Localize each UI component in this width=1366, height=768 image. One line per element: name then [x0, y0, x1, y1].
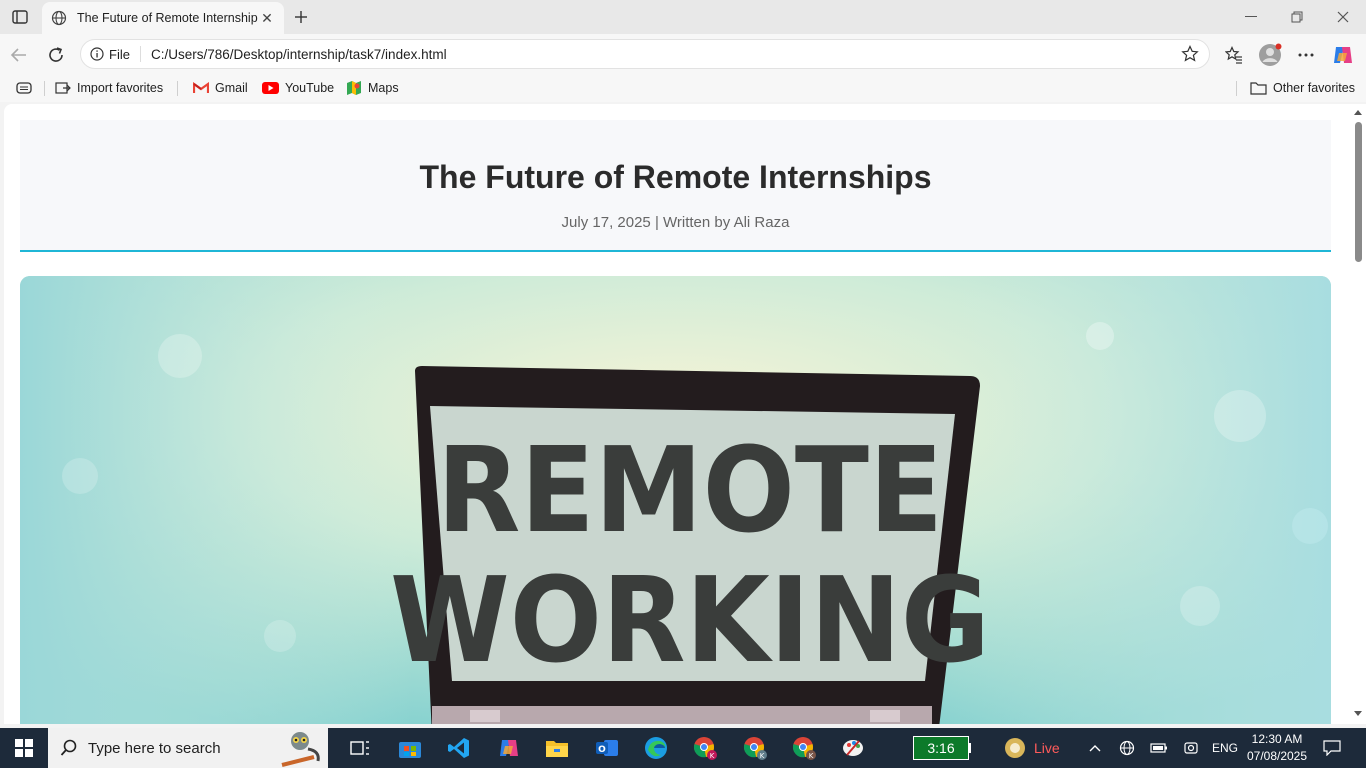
paint-app-icon[interactable] [838, 733, 868, 763]
taskbar-search-box[interactable]: Type here to search [48, 728, 328, 768]
favorite-star-icon[interactable] [1175, 39, 1205, 69]
bookmark-gmail[interactable]: Gmail [193, 79, 248, 97]
bookmark-import-favorites[interactable]: Import favorites [55, 79, 163, 97]
windows-logo-icon [15, 739, 33, 757]
live-label[interactable]: Live [1034, 740, 1060, 756]
address-divider [139, 46, 141, 62]
language-indicator[interactable]: ENG [1211, 738, 1239, 758]
microsoft-store-icon[interactable] [395, 733, 425, 763]
page-scrollbar[interactable] [1350, 104, 1366, 724]
bookmark-divider [1236, 81, 1237, 96]
favorites-icon[interactable] [1221, 42, 1247, 68]
vscode-icon[interactable] [444, 733, 474, 763]
browser-toolbar: File C:/Users/786/Desktop/internship/tas… [0, 34, 1366, 74]
clock-date: 07/08/2025 [1246, 749, 1308, 763]
page-title: The Future of Remote Internships [419, 159, 932, 195]
bookmark-maps[interactable]: Maps [346, 79, 399, 97]
address-scheme-label: File [109, 46, 130, 62]
network-globe-icon[interactable] [1117, 738, 1137, 758]
reading-mode-icon[interactable] [16, 79, 32, 97]
svg-text:K: K [710, 752, 715, 760]
edge-icon[interactable] [641, 733, 671, 763]
search-placeholder: Type here to search [88, 739, 221, 757]
gmail-icon [193, 82, 209, 93]
camera-privacy-icon[interactable] [1181, 738, 1201, 758]
chrome-profile-1-icon[interactable]: K [690, 733, 720, 763]
scrollbar-thumb[interactable] [1355, 122, 1362, 262]
article-meta: July 17, 2025 | Written by Ali Raza [561, 214, 790, 231]
battery-tip [968, 743, 971, 753]
svg-text:K: K [760, 752, 765, 760]
maps-icon [347, 81, 361, 95]
copilot-app-icon[interactable] [494, 733, 524, 763]
address-url[interactable]: C:/Users/786/Desktop/internship/task7/in… [151, 47, 1175, 62]
outlook-icon[interactable]: O [592, 733, 622, 763]
bookmark-divider [44, 81, 45, 96]
youtube-icon [262, 82, 279, 94]
windows-taskbar: Type here to search O K K K 3:16 Live EN… [0, 728, 1366, 768]
minimize-icon[interactable] [1228, 0, 1274, 34]
battery-widget[interactable]: 3:16 [913, 736, 969, 760]
more-options-icon[interactable] [1293, 42, 1319, 68]
globe-icon [50, 9, 68, 27]
show-hidden-icons-chevron-icon[interactable] [1085, 738, 1105, 758]
system-clock[interactable]: 12:30 AM 07/08/2025 [1244, 731, 1310, 765]
tab-title: The Future of Remote Internships [77, 11, 258, 25]
refresh-icon[interactable] [43, 42, 69, 68]
browser-tab-bar: The Future of Remote Internships ✕ [0, 0, 1366, 34]
live-score-icon[interactable] [1000, 733, 1030, 763]
svg-text:K: K [809, 752, 814, 760]
lemur-illustration-icon [281, 732, 320, 767]
folder-icon [1250, 82, 1267, 95]
battery-tray-icon[interactable] [1149, 738, 1169, 758]
tab-actions-icon[interactable] [8, 6, 32, 28]
bookmark-youtube[interactable]: YouTube [262, 79, 334, 97]
clock-time: 12:30 AM [1251, 732, 1303, 746]
start-button[interactable] [0, 728, 48, 768]
scroll-down-icon[interactable] [1353, 710, 1363, 718]
scroll-up-icon[interactable] [1353, 108, 1363, 116]
restore-icon[interactable] [1274, 0, 1320, 34]
bookmarks-bar: Import favorites Gmail YouTube Maps Othe… [0, 74, 1366, 102]
profile-avatar[interactable] [1257, 42, 1283, 68]
search-icon [60, 739, 77, 756]
other-favorites-label: Other favorites [1273, 81, 1355, 95]
page-viewport: The Future of Remote Internships July 17… [4, 104, 1366, 724]
language-label: ENG [1211, 741, 1238, 755]
chrome-profile-3-icon[interactable]: K [789, 733, 819, 763]
new-tab-icon[interactable] [290, 6, 312, 28]
bookmark-label: YouTube [285, 81, 335, 95]
bookmark-label: Gmail [215, 81, 248, 95]
bookmark-label: Maps [368, 81, 399, 95]
address-bar[interactable]: File C:/Users/786/Desktop/internship/tas… [80, 39, 1210, 69]
task-view-icon[interactable] [345, 733, 375, 763]
notifications-icon[interactable] [1322, 738, 1342, 758]
info-icon[interactable] [89, 46, 105, 62]
back-arrow-icon[interactable] [6, 42, 32, 68]
copilot-icon[interactable] [1330, 42, 1356, 68]
close-tab-icon[interactable]: ✕ [258, 9, 276, 27]
hero-image: REMOTE WORKING [20, 276, 1331, 724]
article-header: The Future of Remote Internships July 17… [20, 120, 1331, 252]
close-window-icon[interactable] [1320, 0, 1366, 34]
hero-text-line2: WORKING [390, 552, 990, 689]
active-tab[interactable]: The Future of Remote Internships ✕ [42, 2, 284, 34]
bookmark-label: Import favorites [77, 81, 164, 95]
hero-text-line1: REMOTE [437, 422, 943, 559]
bookmark-other-favorites[interactable]: Other favorites [1250, 79, 1355, 97]
import-icon [55, 82, 71, 94]
battery-time: 3:16 [927, 740, 955, 756]
file-explorer-icon[interactable] [542, 733, 572, 763]
chrome-profile-2-icon[interactable]: K [740, 733, 770, 763]
bookmark-divider [177, 81, 178, 96]
svg-text:O: O [598, 745, 606, 755]
